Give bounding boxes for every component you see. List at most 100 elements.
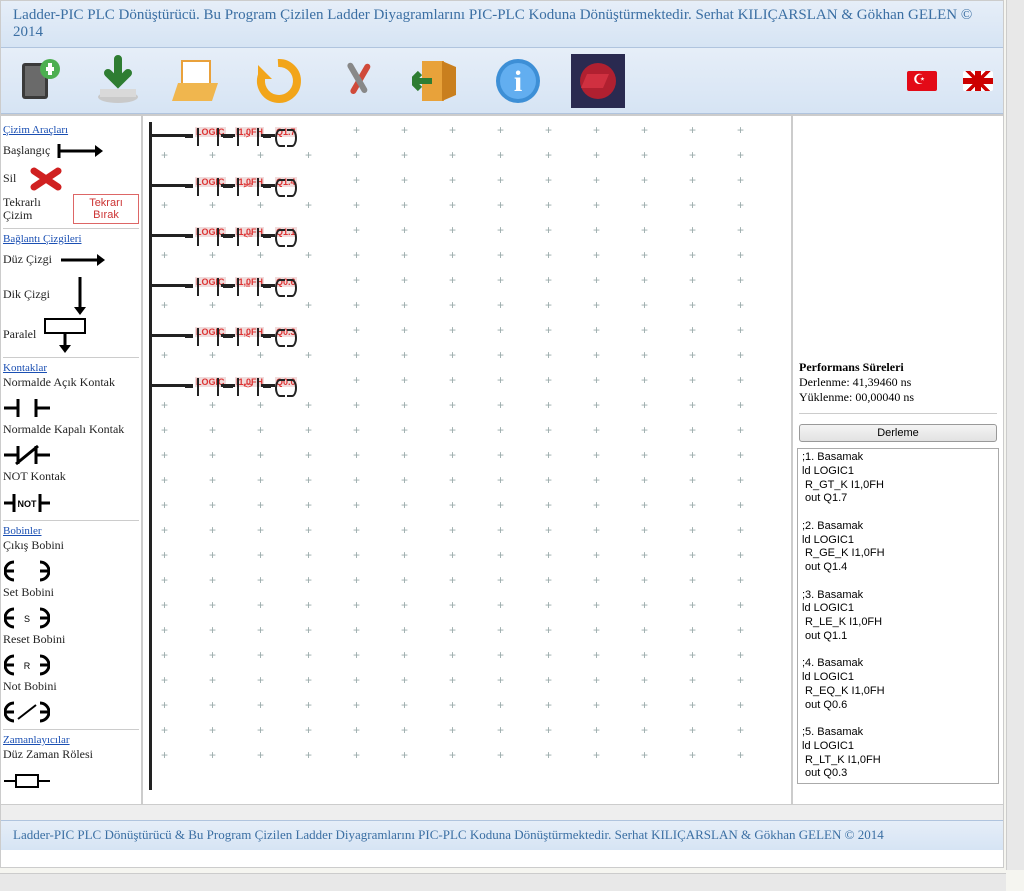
- grid-point[interactable]: +: [593, 348, 600, 362]
- grid-point[interactable]: +: [305, 248, 312, 262]
- grid-point[interactable]: +: [593, 323, 600, 337]
- grid-point[interactable]: +: [449, 248, 456, 262]
- rung-compare-contact[interactable]: >=: [233, 178, 263, 196]
- grid-point[interactable]: +: [689, 273, 696, 287]
- grid-point[interactable]: +: [257, 598, 264, 612]
- grid-point[interactable]: +: [593, 298, 600, 312]
- grid-point[interactable]: +: [593, 223, 600, 237]
- grid-point[interactable]: +: [449, 423, 456, 437]
- grid-point[interactable]: +: [545, 523, 552, 537]
- rung-compare-contact[interactable]: <: [233, 328, 263, 346]
- grid-point[interactable]: +: [545, 348, 552, 362]
- grid-point[interactable]: +: [641, 573, 648, 587]
- grid-point[interactable]: +: [161, 398, 168, 412]
- tool-set-coil[interactable]: Set Bobini S: [3, 586, 139, 631]
- grid-point[interactable]: +: [689, 648, 696, 662]
- grid-point[interactable]: +: [401, 673, 408, 687]
- grid-point[interactable]: +: [209, 423, 216, 437]
- grid-point[interactable]: +: [545, 198, 552, 212]
- grid-point[interactable]: +: [161, 723, 168, 737]
- grid-point[interactable]: +: [257, 748, 264, 762]
- grid-point[interactable]: +: [641, 748, 648, 762]
- grid-point[interactable]: +: [161, 523, 168, 537]
- grid-point[interactable]: +: [209, 598, 216, 612]
- tool-no-contact[interactable]: Normalde Açık Kontak: [3, 376, 139, 421]
- grid-point[interactable]: +: [257, 623, 264, 637]
- grid-point[interactable]: +: [497, 473, 504, 487]
- rung-compare-contact[interactable]: >: [233, 128, 263, 146]
- grid-point[interactable]: +: [497, 223, 504, 237]
- grid-point[interactable]: +: [497, 423, 504, 437]
- grid-point[interactable]: +: [257, 723, 264, 737]
- grid-point[interactable]: +: [689, 598, 696, 612]
- flag-turkey[interactable]: [907, 71, 937, 91]
- grid-point[interactable]: +: [497, 273, 504, 287]
- rung-compare-contact[interactable]: =: [233, 278, 263, 296]
- rung-coil[interactable]: [275, 279, 297, 297]
- grid-point[interactable]: +: [449, 123, 456, 137]
- grid-point[interactable]: +: [257, 448, 264, 462]
- grid-point[interactable]: +: [545, 448, 552, 462]
- window-vscroll[interactable]: [1006, 0, 1024, 870]
- grid-point[interactable]: +: [401, 323, 408, 337]
- grid-point[interactable]: +: [401, 498, 408, 512]
- refresh-icon[interactable]: [251, 54, 305, 108]
- grid-point[interactable]: +: [353, 298, 360, 312]
- info-icon[interactable]: i: [491, 54, 545, 108]
- grid-point[interactable]: +: [401, 448, 408, 462]
- grid-point[interactable]: +: [737, 273, 744, 287]
- grid-point[interactable]: +: [641, 498, 648, 512]
- grid-point[interactable]: +: [689, 323, 696, 337]
- grid-point[interactable]: +: [161, 648, 168, 662]
- grid-point[interactable]: +: [545, 673, 552, 687]
- grid-point[interactable]: +: [545, 123, 552, 137]
- grid-point[interactable]: +: [161, 548, 168, 562]
- grid-point[interactable]: +: [641, 323, 648, 337]
- grid-point[interactable]: +: [497, 298, 504, 312]
- grid-point[interactable]: +: [593, 148, 600, 162]
- grid-point[interactable]: +: [161, 423, 168, 437]
- grid-point[interactable]: +: [593, 473, 600, 487]
- grid-point[interactable]: +: [497, 248, 504, 262]
- grid-point[interactable]: +: [449, 598, 456, 612]
- grid-point[interactable]: +: [401, 223, 408, 237]
- grid-point[interactable]: +: [449, 473, 456, 487]
- grid-point[interactable]: +: [497, 348, 504, 362]
- grid-point[interactable]: +: [257, 398, 264, 412]
- grid-point[interactable]: +: [641, 473, 648, 487]
- grid-point[interactable]: +: [209, 548, 216, 562]
- grid-point[interactable]: +: [737, 698, 744, 712]
- grid-point[interactable]: +: [401, 598, 408, 612]
- grid-point[interactable]: +: [161, 573, 168, 587]
- grid-point[interactable]: +: [305, 148, 312, 162]
- grid-point[interactable]: +: [401, 148, 408, 162]
- grid-point[interactable]: +: [689, 148, 696, 162]
- grid-point[interactable]: +: [641, 648, 648, 662]
- grid-point[interactable]: +: [641, 223, 648, 237]
- grid-point[interactable]: +: [401, 173, 408, 187]
- grid-point[interactable]: +: [353, 173, 360, 187]
- grid-point[interactable]: +: [161, 623, 168, 637]
- grid-point[interactable]: +: [161, 473, 168, 487]
- grid-point[interactable]: +: [161, 698, 168, 712]
- download-icon[interactable]: [91, 54, 145, 108]
- grid-point[interactable]: +: [497, 698, 504, 712]
- grid-point[interactable]: +: [401, 648, 408, 662]
- grid-point[interactable]: +: [449, 623, 456, 637]
- grid-point[interactable]: +: [689, 348, 696, 362]
- grid-point[interactable]: +: [209, 148, 216, 162]
- grid-point[interactable]: +: [545, 173, 552, 187]
- grid-point[interactable]: +: [737, 248, 744, 262]
- rung-compare-contact[interactable]: <=: [233, 228, 263, 246]
- grid-point[interactable]: +: [353, 123, 360, 137]
- grid-point[interactable]: +: [689, 123, 696, 137]
- grid-point[interactable]: +: [209, 298, 216, 312]
- grid-point[interactable]: +: [737, 673, 744, 687]
- grid-point[interactable]: +: [353, 723, 360, 737]
- tool-parallel[interactable]: Paralel: [3, 317, 139, 353]
- grid-point[interactable]: +: [689, 548, 696, 562]
- grid-point[interactable]: +: [497, 398, 504, 412]
- grid-point[interactable]: +: [305, 348, 312, 362]
- grid-point[interactable]: +: [689, 748, 696, 762]
- rung-contact[interactable]: [193, 128, 223, 146]
